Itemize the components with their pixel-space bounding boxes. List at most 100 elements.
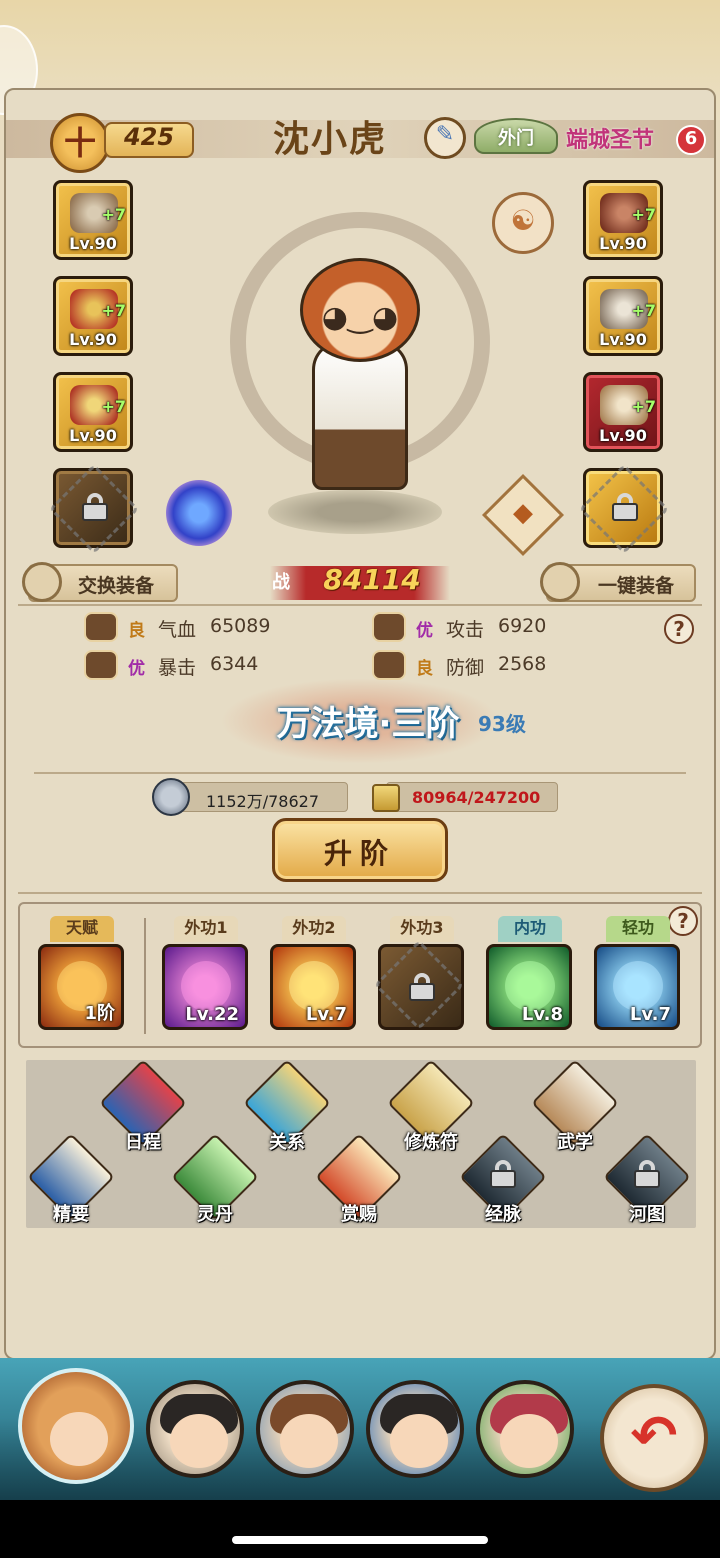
skill-level: Lv.7 [305,1004,347,1025]
party-member-5-avatar[interactable] [476,1380,574,1478]
function-label: 武学 [557,1132,593,1153]
martial-arts-button[interactable] [531,1059,619,1147]
river-chart-button[interactable] [603,1133,691,1221]
face [390,1414,448,1468]
attack-icon [372,612,406,642]
home-indicator[interactable] [232,1536,488,1544]
equip-level: Lv.90 [69,330,117,349]
function-label: 关系 [269,1132,305,1153]
face [500,1414,558,1468]
swap-icon [22,562,62,602]
character-body[interactable] [312,340,408,490]
external-skill-1[interactable]: Lv.22 [162,944,248,1030]
lightness-skill[interactable]: Lv.7 [594,944,680,1030]
return-arrow-icon: ↶ [630,1404,678,1469]
equip-slot-right-2[interactable]: +7 Lv.90 [583,276,663,356]
party-member-2-avatar[interactable] [146,1380,244,1478]
function-label: 赏赐 [341,1204,377,1225]
party-member-3-avatar[interactable] [256,1380,354,1478]
elixir-button[interactable] [171,1133,259,1221]
equip-level: Lv.90 [599,330,647,349]
enhance-level: +7 [631,205,656,224]
equip-level: Lv.90 [69,426,117,445]
character-pedestal [268,490,442,534]
function-label: 灵丹 [197,1204,233,1225]
skill-level: Lv.22 [185,1004,239,1025]
skill-tag: 内功 [498,916,562,942]
equip-slot-right-1[interactable]: +7 Lv.90 [583,180,663,260]
crit-icon [84,650,118,680]
lock-icon [634,1160,660,1188]
stat-value: 65089 [210,615,271,637]
equip-slot-right-4[interactable] [578,463,670,555]
stat-value: 6344 [210,653,259,675]
internal-skill[interactable]: Lv.8 [486,944,572,1030]
stat-quality: 良 [416,659,433,679]
realm-name: 万法境·三阶 [276,704,460,744]
lock-icon [612,493,638,521]
stat-label: 气血 [158,619,197,641]
skill-tag: 轻功 [606,916,670,942]
skill-level: Lv.8 [521,1004,563,1025]
character-face: ◕‿◕ [321,300,399,335]
divider [18,892,702,894]
scroll-amount: 80964/247200 [412,788,541,807]
realm-level: 93级 [478,712,526,736]
essentials-button[interactable] [27,1133,115,1221]
equip-level: Lv.90 [69,234,117,253]
enhance-level: +7 [101,301,126,320]
upgrade-label: 升阶 [323,837,396,870]
function-label: 精要 [53,1204,89,1225]
reward-button[interactable] [315,1133,403,1221]
party-member-1-avatar[interactable] [18,1368,134,1484]
system-footer [0,1500,720,1558]
enhance-level: +7 [101,205,126,224]
equip-slot-left-1[interactable]: +7 Lv.90 [53,180,133,260]
character-screen: 十 425 沈小虎 ✎ 外门 端城圣节 6 ◕‿◕ ☯ ◆ +7 Lv.90 +… [0,0,720,1558]
relation-button[interactable] [243,1059,331,1147]
power-value: 84114 [323,563,421,596]
gourd-icon: ✎ [435,122,455,147]
talisman-button[interactable] [387,1059,475,1147]
skills-help-button[interactable]: ? [668,906,698,936]
defense-icon [372,650,406,680]
stat-label: 攻击 [446,619,485,641]
face [280,1414,338,1468]
stat-label: 防御 [446,657,485,679]
function-label: 河图 [629,1204,665,1225]
stat-value: 2568 [498,653,547,675]
event-count: 6 [684,128,698,149]
external-skill-2[interactable]: Lv.7 [270,944,356,1030]
gem-icon: ◆ [513,498,533,528]
external-skill-3[interactable] [373,939,465,1031]
skill-tag: 外功3 [390,916,454,942]
equip-level: Lv.90 [599,234,647,253]
schedule-button[interactable] [99,1059,187,1147]
skills-separator [144,918,146,1034]
power-prefix: 战 [272,572,290,593]
enhance-level: +7 [631,397,656,416]
health-icon [84,612,118,642]
one-key-equip-label: 一键装备 [598,575,675,597]
sect-label: 外门 [498,128,534,149]
function-label: 修炼符 [404,1132,458,1153]
event-label[interactable]: 端城圣节 [566,122,676,154]
skill-level: 1阶 [84,1003,115,1024]
lock-icon [409,973,435,1001]
party-member-4-avatar[interactable] [366,1380,464,1478]
meridian-button[interactable] [459,1133,547,1221]
enhance-level: +7 [101,397,126,416]
equip-slot-left-3[interactable]: +7 Lv.90 [53,372,133,452]
level-value: 425 [123,123,175,151]
skill-tag: 天赋 [50,916,114,942]
equip-slot-left-2[interactable]: +7 Lv.90 [53,276,133,356]
equip-slot-left-4[interactable] [48,463,140,555]
equip-slot-right-3[interactable]: +7 Lv.90 [583,372,663,452]
scroll-icon [372,784,400,812]
stat-quality: 优 [128,659,145,679]
spirit-orb-icon[interactable] [166,480,232,546]
lock-icon [82,493,108,521]
stats-help-button[interactable]: ? [664,614,694,644]
talent-skill[interactable]: 1阶 [38,944,124,1030]
skill-level: Lv.7 [629,1004,671,1025]
